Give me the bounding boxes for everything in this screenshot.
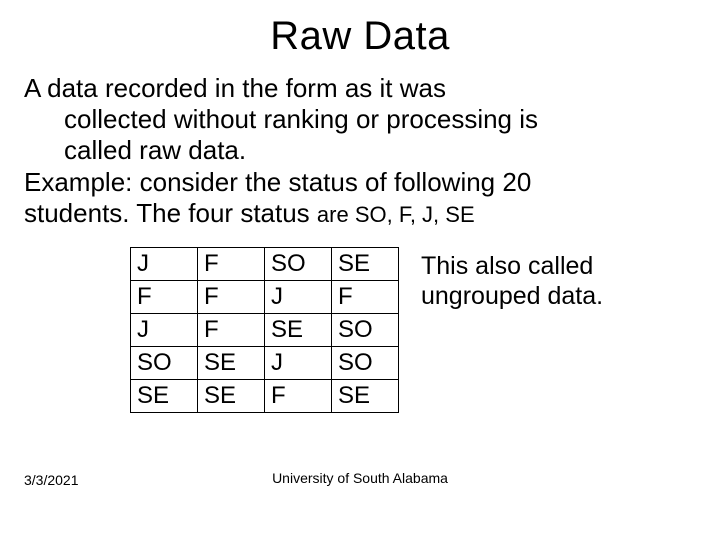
cell: SO — [265, 247, 332, 280]
side-note: This also called ungrouped data. — [399, 247, 603, 311]
table-row: J F SE SO — [131, 313, 399, 346]
slide: Raw Data A data recorded in the form as … — [0, 0, 720, 540]
footer-center: University of South Alabama — [0, 470, 720, 486]
table-row: F F J F — [131, 280, 399, 313]
side-note-line2: ungrouped data. — [421, 282, 603, 310]
table-row: SO SE J SO — [131, 346, 399, 379]
lower-row: J F SO SE F F J F J F SE SO SO SE J SO — [0, 229, 720, 413]
cell: SO — [332, 313, 399, 346]
cell: F — [198, 280, 265, 313]
cell: J — [265, 280, 332, 313]
paragraph-2: Example: consider the status of followin… — [0, 167, 720, 229]
cell: SO — [332, 346, 399, 379]
cell: F — [198, 313, 265, 346]
cell: F — [131, 280, 198, 313]
para2-line2a: students. The four status — [24, 198, 317, 228]
para1-line3: called raw data. — [24, 135, 696, 166]
cell: SE — [198, 346, 265, 379]
side-note-line1: This also called — [421, 252, 593, 280]
para1-line1: A data recorded in the form as it was — [24, 73, 446, 103]
para2-line1: Example: consider the status of followin… — [24, 167, 531, 197]
cell: SE — [198, 379, 265, 412]
paragraph-1: A data recorded in the form as it was co… — [0, 59, 720, 167]
cell: F — [198, 247, 265, 280]
table-row: SE SE F SE — [131, 379, 399, 412]
cell: SE — [265, 313, 332, 346]
table-row: J F SO SE — [131, 247, 399, 280]
cell: J — [265, 346, 332, 379]
cell: SE — [332, 247, 399, 280]
para2-line2b: are SO, F, J, SE — [317, 202, 475, 227]
cell: SE — [131, 379, 198, 412]
para1-line2: collected without ranking or processing … — [24, 104, 696, 135]
cell: J — [131, 247, 198, 280]
slide-title: Raw Data — [0, 0, 720, 59]
cell: F — [332, 280, 399, 313]
cell: SO — [131, 346, 198, 379]
cell: F — [265, 379, 332, 412]
raw-data-table: J F SO SE F F J F J F SE SO SO SE J SO — [130, 247, 399, 413]
para2-line2-wrap: students. The four status are SO, F, J, … — [24, 198, 475, 228]
cell: J — [131, 313, 198, 346]
cell: SE — [332, 379, 399, 412]
